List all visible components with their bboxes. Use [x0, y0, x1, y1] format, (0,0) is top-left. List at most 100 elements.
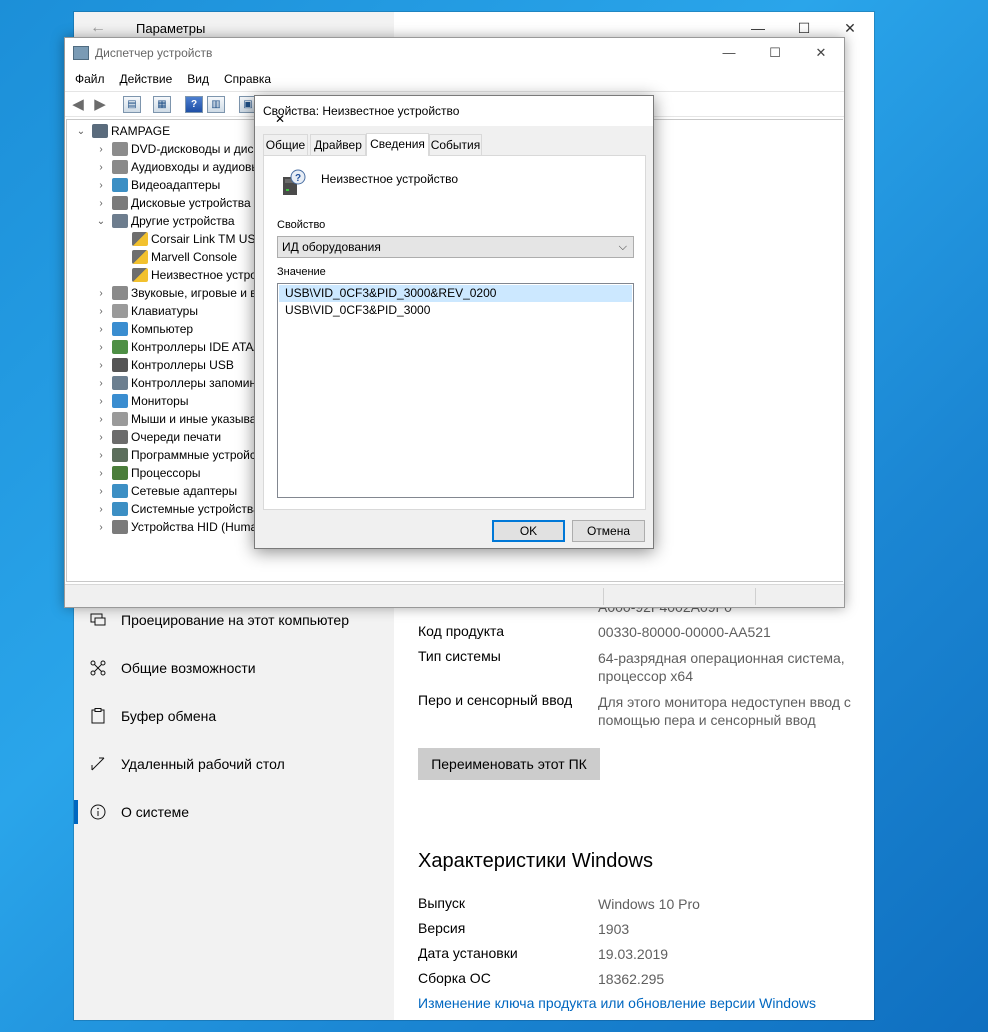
spec-key: Сборка ОС	[418, 970, 491, 986]
minimize-icon[interactable]: —	[706, 38, 752, 68]
tree-row[interactable]: › Сетевые адаптеры	[95, 482, 237, 500]
nav-item-clipboard[interactable]: Буфер обмена	[74, 692, 394, 740]
tree-row-label: Дисковые устройства	[131, 196, 251, 210]
tree-view-icon[interactable]: ▤	[123, 96, 141, 113]
tree-row-label: Контроллеры запомин	[131, 376, 257, 390]
forward-arrow-icon[interactable]: ▶	[91, 96, 109, 113]
chevron-right-icon[interactable]: ›	[95, 486, 107, 497]
tree-row[interactable]: › Устройства HID (Huma	[95, 518, 257, 536]
tree-row[interactable]: › Дисковые устройства	[95, 194, 251, 212]
chevron-down-icon[interactable]: ⌄	[95, 216, 107, 227]
device-name: Неизвестное устройство	[321, 172, 459, 186]
tab-general[interactable]: Общие	[263, 134, 308, 155]
help-icon[interactable]: ?	[185, 96, 203, 113]
value-listbox[interactable]: USB\VID_0CF3&PID_3000&REV_0200 USB\VID_0…	[277, 283, 634, 498]
details-icon[interactable]: ▥	[207, 96, 225, 113]
tree-row[interactable]: › Мыши и иные указыва	[95, 410, 256, 428]
chevron-right-icon[interactable]: ›	[95, 180, 107, 191]
spec-value: 64-разрядная операционная система,	[598, 650, 845, 666]
tree-row-label: Видеоадаптеры	[131, 178, 221, 192]
tree-row[interactable]: › Мониторы	[95, 392, 188, 410]
device-manager-app-icon	[73, 46, 89, 60]
tree-row[interactable]: Corsair Link TM USB	[115, 230, 263, 248]
warning-device-icon	[132, 268, 148, 282]
chevron-right-icon[interactable]: ›	[95, 360, 107, 371]
chevron-right-icon[interactable]: ›	[95, 450, 107, 461]
chevron-right-icon[interactable]: ›	[95, 378, 107, 389]
tree-row[interactable]: › Очереди печати	[95, 428, 221, 446]
chevron-right-icon[interactable]: ›	[95, 288, 107, 299]
tree-row[interactable]: Marvell Console	[115, 248, 237, 266]
chevron-right-icon[interactable]: ›	[95, 162, 107, 173]
chevron-down-icon[interactable]: ⌄	[75, 126, 87, 137]
menu-bar: Файл Действие Вид Справка	[65, 68, 844, 90]
nav-item-remote-desktop[interactable]: Удаленный рабочий стол	[74, 740, 394, 788]
tree-row[interactable]: › Программные устройс	[95, 446, 256, 464]
status-separator	[755, 588, 756, 605]
chevron-right-icon[interactable]: ›	[95, 504, 107, 515]
tab-events[interactable]: События	[429, 134, 482, 155]
chevron-right-icon[interactable]: ›	[95, 198, 107, 209]
projector-icon	[88, 610, 108, 630]
rename-pc-button[interactable]: Переименовать этот ПК	[418, 748, 600, 780]
tab-driver[interactable]: Драйвер	[310, 134, 366, 155]
menu-view[interactable]: Вид	[182, 72, 214, 86]
tree-row[interactable]: › Контроллеры USB	[95, 356, 234, 374]
tree-row[interactable]: › DVD-дисководы и диск	[95, 140, 259, 158]
tree-row[interactable]: › Процессоры	[95, 464, 201, 482]
dialog-titlebar: Свойства: Неизвестное устройство ✕	[255, 96, 653, 126]
chevron-right-icon[interactable]: ›	[95, 324, 107, 335]
tree-row-label: Аудиовходы и аудиовы	[131, 160, 261, 174]
close-icon[interactable]: ✕	[798, 38, 844, 68]
remote-desktop-icon	[88, 754, 108, 774]
tree-row-label: Устройства HID (Huma	[131, 520, 258, 534]
nav-item-about[interactable]: О системе	[74, 788, 394, 836]
tree-row-label: DVD-дисководы и диск	[131, 142, 259, 156]
close-icon[interactable]: ✕	[263, 104, 297, 134]
speaker-icon	[112, 160, 128, 174]
back-arrow-icon[interactable]: ←	[88, 18, 108, 38]
list-item[interactable]: USB\VID_0CF3&PID_3000&REV_0200	[279, 285, 632, 302]
nav-item-shared-experiences[interactable]: Общие возможности	[74, 644, 394, 692]
tree-row[interactable]: › Системные устройства	[95, 500, 260, 518]
spec-key: Версия	[418, 920, 466, 936]
chevron-right-icon[interactable]: ›	[95, 342, 107, 353]
warning-device-icon	[132, 250, 148, 264]
property-select[interactable]: ИД оборудования ⌵	[277, 236, 634, 258]
list-item[interactable]: USB\VID_0CF3&PID_3000	[279, 302, 632, 319]
chevron-right-icon[interactable]: ›	[95, 432, 107, 443]
chevron-right-icon[interactable]: ›	[95, 522, 107, 533]
tree-row[interactable]: › Видеоадаптеры	[95, 176, 220, 194]
tree-row-label: Компьютер	[131, 322, 194, 336]
back-arrow-icon[interactable]: ◀	[69, 96, 87, 113]
menu-file[interactable]: Файл	[70, 72, 110, 86]
chevron-right-icon[interactable]: ›	[95, 468, 107, 479]
tree-row[interactable]: › Контроллеры IDE ATA/A	[95, 338, 265, 356]
ide-controller-icon	[112, 340, 128, 354]
usb-icon	[112, 358, 128, 372]
tree-row[interactable]: › Компьютер	[95, 320, 193, 338]
storage-controller-icon	[112, 376, 128, 390]
change-product-key-link[interactable]: Изменение ключа продукта или обновление …	[418, 995, 816, 1011]
chevron-right-icon[interactable]: ›	[95, 144, 107, 155]
tree-row[interactable]: ⌄ RAMPAGE	[75, 122, 170, 140]
tree-row[interactable]: › Контроллеры запомин	[95, 374, 256, 392]
chevron-right-icon[interactable]: ›	[95, 414, 107, 425]
tree-row[interactable]: › Аудиовходы и аудиовы	[95, 158, 260, 176]
ok-button[interactable]: OK	[492, 520, 565, 542]
tree-row[interactable]: Неизвестное устрой	[115, 266, 264, 284]
clipboard-icon	[88, 706, 108, 726]
properties-icon[interactable]: ▦	[153, 96, 171, 113]
tree-row-label: Сетевые адаптеры	[131, 484, 238, 498]
chevron-right-icon[interactable]: ›	[95, 306, 107, 317]
cancel-button[interactable]: Отмена	[572, 520, 645, 542]
chevron-down-icon: ⌵	[618, 241, 627, 253]
tab-details[interactable]: Сведения	[366, 133, 429, 156]
tree-row[interactable]: › Клавиатуры	[95, 302, 198, 320]
tree-row[interactable]: ⌄ Другие устройства	[95, 212, 235, 230]
tree-row[interactable]: › Звуковые, игровые и в	[95, 284, 257, 302]
chevron-right-icon[interactable]: ›	[95, 396, 107, 407]
maximize-icon[interactable]: ☐	[752, 38, 798, 68]
menu-action[interactable]: Действие	[115, 72, 178, 86]
menu-help[interactable]: Справка	[219, 72, 276, 86]
